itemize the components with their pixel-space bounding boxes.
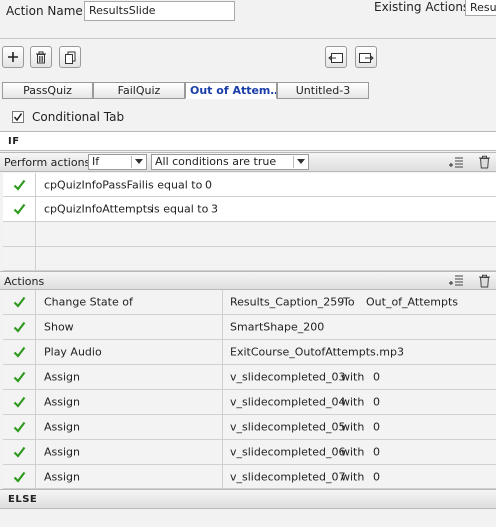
condition-operator: is equal to (151, 202, 209, 216)
action-value: 0 (373, 470, 380, 483)
action-type: Assign (44, 470, 80, 483)
checkmark-icon (13, 113, 23, 122)
conditional-tab-checkbox[interactable] (12, 111, 24, 123)
action-target: Results_Caption_259 (230, 295, 345, 309)
empty-condition-row[interactable] (3, 247, 496, 271)
action-name-label: Action Name: (6, 4, 87, 18)
else-section-header[interactable]: ELSE (0, 489, 496, 509)
action-row[interactable]: Assign v_slidecompleted_06 with 0 (3, 440, 496, 465)
condition-row[interactable]: cpQuizInfoAttempts is equal to 3 (3, 197, 496, 222)
actions-section-header: Actions (0, 271, 496, 290)
green-check-icon (13, 371, 26, 383)
existing-actions-label: Existing Actions: (374, 0, 474, 14)
action-connector: with (341, 370, 365, 384)
insert-row-icon[interactable] (448, 156, 464, 169)
action-row[interactable]: Change State of Results_Caption_259 To O… (3, 290, 496, 315)
action-target: v_slidecompleted_04 (230, 395, 346, 409)
export-button[interactable] (355, 46, 377, 68)
plus-icon (8, 52, 18, 62)
green-check-icon (13, 446, 26, 458)
chevron-down-icon (297, 159, 305, 164)
action-value: 0 (373, 395, 380, 409)
chevron-down-icon (135, 159, 143, 164)
action-row[interactable]: Assign v_slidecompleted_05 with 0 (3, 415, 496, 440)
action-target: v_slidecompleted_03 (230, 370, 346, 384)
action-connector: with (341, 420, 365, 434)
action-connector: with (341, 395, 365, 409)
condition-variable: cpQuizInfoAttempts (44, 202, 153, 216)
perform-mode-value: If (92, 155, 100, 168)
action-type: Play Audio (44, 345, 102, 359)
trash-icon[interactable] (478, 155, 491, 169)
perform-actions-label: Perform actions: (4, 156, 94, 169)
delete-action-button[interactable] (30, 46, 52, 68)
condition-operator: is equal to (145, 178, 203, 191)
action-name-field[interactable]: ResultsSlide (84, 1, 235, 21)
action-row[interactable]: Assign v_slidecompleted_03 with 0 (3, 365, 496, 390)
green-check-icon (13, 421, 26, 433)
if-section-title: IF (8, 136, 20, 147)
action-value: 0 (373, 420, 380, 434)
trash-icon (36, 51, 46, 63)
green-check-icon (13, 471, 26, 483)
action-value: 0 (373, 370, 380, 384)
green-check-icon (13, 396, 26, 408)
condition-variable: cpQuizInfoPassFail (44, 178, 145, 191)
action-type: Change State of (44, 295, 133, 309)
action-target: v_slidecompleted_07 (230, 470, 346, 483)
action-type: Assign (44, 445, 80, 459)
conditional-tab-label: Conditional Tab (32, 110, 125, 124)
insert-row-icon[interactable] (448, 274, 464, 287)
actions-section-title: Actions (4, 275, 45, 288)
condition-value: 0 (205, 178, 212, 191)
condition-value: 3 (211, 202, 218, 216)
action-row[interactable]: Assign v_slidecompleted_04 with 0 (3, 390, 496, 415)
empty-condition-row[interactable] (3, 222, 496, 247)
condition-row[interactable]: cpQuizInfoPassFail is equal to 0 (3, 173, 496, 197)
duplicate-action-button[interactable] (59, 46, 81, 68)
action-target: SmartShape_200 (230, 320, 325, 334)
else-section-title: ELSE (8, 494, 38, 505)
trash-icon[interactable] (478, 274, 491, 288)
action-target: ExitCourse_OutofAttempts.mp3 (230, 345, 404, 359)
action-target: v_slidecompleted_05 (230, 420, 346, 434)
green-check-icon (13, 203, 26, 215)
copy-icon (64, 51, 75, 64)
action-row[interactable]: Play Audio ExitCourse_OutofAttempts.mp3 (3, 340, 496, 365)
export-icon (359, 52, 374, 63)
perform-actions-bar: Perform actions: If All conditions are t… (0, 152, 496, 172)
conditions-mode-value: All conditions are true (155, 155, 277, 168)
green-check-icon (13, 321, 26, 333)
action-type: Show (44, 320, 74, 334)
tab-failquiz[interactable]: FailQuiz (93, 82, 185, 99)
add-action-button[interactable] (2, 46, 24, 68)
existing-actions-select[interactable]: Resu (465, 0, 496, 16)
action-row[interactable]: Assign v_slidecompleted_07 with 0 (3, 465, 496, 489)
action-connector: To (343, 295, 355, 309)
action-connector: with (341, 470, 365, 483)
green-check-icon (13, 346, 26, 358)
action-value: 0 (373, 445, 380, 459)
import-button[interactable] (325, 46, 347, 68)
action-target: v_slidecompleted_06 (230, 445, 346, 459)
action-type: Assign (44, 395, 80, 409)
action-row[interactable]: Show SmartShape_200 (3, 315, 496, 340)
green-check-icon (13, 179, 26, 191)
green-check-icon (13, 296, 26, 308)
action-value: Out_of_Attempts (366, 295, 459, 309)
import-icon (328, 52, 343, 63)
action-type: Assign (44, 370, 80, 384)
if-section-header: IF (0, 131, 496, 151)
header-divider (0, 38, 496, 39)
perform-mode-dropdown[interactable]: If (88, 154, 147, 170)
action-type: Assign (44, 420, 80, 434)
tab-passquiz[interactable]: PassQuiz (2, 82, 93, 99)
conditions-dropdown[interactable]: All conditions are true (151, 154, 309, 170)
tab-out-of-attempts[interactable]: Out of Attem… (185, 82, 277, 99)
tab-untitled-3[interactable]: Untitled-3 (277, 82, 369, 99)
action-connector: with (341, 445, 365, 459)
